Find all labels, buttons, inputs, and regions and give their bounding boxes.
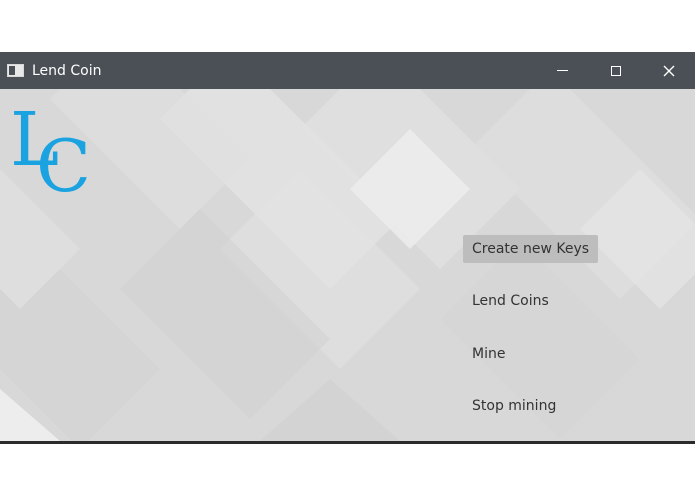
- svg-text:C: C: [36, 124, 91, 197]
- background-pattern: [0, 89, 695, 441]
- window-title: Lend Coin: [32, 62, 102, 79]
- mine-button[interactable]: Mine: [463, 340, 514, 368]
- create-new-keys-button[interactable]: Create new Keys: [463, 235, 599, 263]
- main-content: L C Create new Keys Lend Coins Mine Stop…: [0, 89, 695, 441]
- title-bar[interactable]: Lend Coin: [0, 52, 695, 89]
- close-button[interactable]: [642, 52, 695, 89]
- maximize-icon: [610, 65, 621, 76]
- minimize-icon: [557, 70, 568, 71]
- lend-coins-button[interactable]: Lend Coins: [463, 287, 558, 315]
- minimize-button[interactable]: [536, 52, 589, 89]
- stop-mining-button[interactable]: Stop mining: [463, 392, 565, 420]
- maximize-button[interactable]: [589, 52, 642, 89]
- lc-logo: L C: [10, 103, 91, 197]
- app-window-icon: [7, 64, 24, 77]
- app-window: Lend Coin L C Create new Keys Lend Coins…: [0, 52, 695, 444]
- close-icon: [663, 65, 674, 76]
